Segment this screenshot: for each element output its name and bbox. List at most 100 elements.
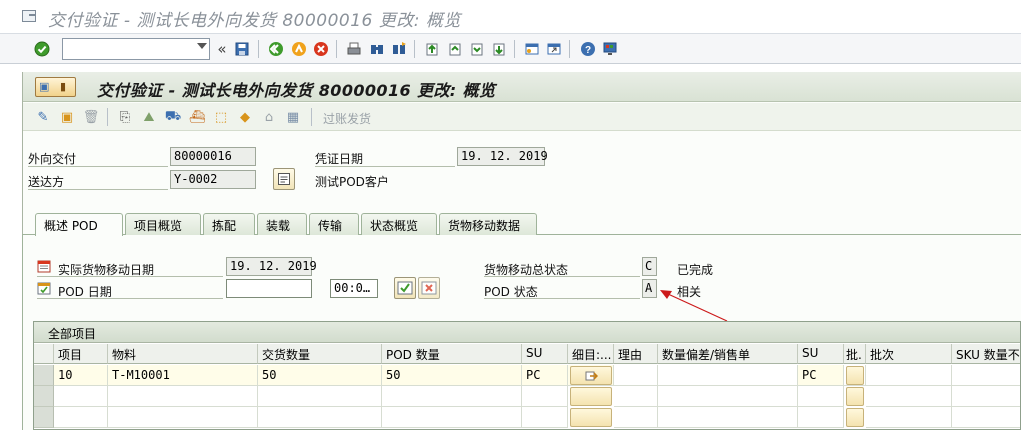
table-cell bbox=[614, 407, 658, 428]
packing-icon[interactable]: ⬚ bbox=[211, 108, 231, 126]
header-details-icon[interactable]: ⎘ bbox=[115, 108, 135, 126]
col-pod-qty[interactable]: POD 数量 bbox=[382, 344, 522, 364]
table-cell bbox=[798, 386, 844, 407]
first-page-icon[interactable] bbox=[422, 39, 442, 59]
warehouse-icon[interactable]: ⌂ bbox=[259, 108, 279, 126]
tab-overview-pod[interactable]: 概述 POD bbox=[35, 213, 123, 236]
table-cell: 10 bbox=[54, 365, 108, 386]
col-material[interactable]: 物料 bbox=[108, 344, 258, 364]
gm-status-field[interactable]: C bbox=[642, 257, 657, 276]
create-icon[interactable]: ▣ bbox=[57, 108, 77, 126]
batch-split-icon[interactable]: ◆ bbox=[235, 108, 255, 126]
page-title: 交付验证 - 测试长电外向发货 80000016 更改: 概览 bbox=[97, 81, 496, 100]
table-cell bbox=[952, 407, 1020, 428]
row-selector[interactable] bbox=[34, 365, 54, 386]
customize-layout-icon[interactable] bbox=[600, 39, 620, 59]
col-details[interactable]: 细目:... bbox=[568, 344, 614, 364]
shortcut-icon[interactable] bbox=[544, 39, 564, 59]
tab-picking[interactable]: 拣配 bbox=[203, 213, 255, 235]
batch-split-button[interactable] bbox=[846, 366, 864, 385]
application-header: ▣ ▮ 交付验证 - 测试长电外向发货 80000016 更改: 概览 bbox=[23, 72, 1021, 102]
batch-split-button[interactable] bbox=[846, 387, 864, 406]
tab-transport[interactable]: 传输 bbox=[309, 213, 359, 235]
table-cell[interactable] bbox=[614, 365, 658, 386]
details-icon bbox=[278, 173, 290, 185]
table-cell[interactable] bbox=[658, 365, 798, 386]
col-su[interactable]: SU bbox=[522, 344, 568, 364]
back-icon[interactable] bbox=[266, 39, 286, 59]
find-next-icon[interactable] bbox=[389, 39, 409, 59]
help-icon[interactable]: ? bbox=[578, 39, 598, 59]
pod-status-field[interactable]: A bbox=[642, 279, 657, 298]
item-details-button[interactable] bbox=[570, 408, 612, 427]
item-details-button[interactable] bbox=[570, 387, 612, 406]
items-grid: 全部项目 项目 物料 交货数量 POD 数量 SU 细目:... 理由 数量偏差… bbox=[33, 321, 1021, 430]
table-cell[interactable]: 50 bbox=[382, 365, 522, 386]
find-icon[interactable] bbox=[367, 39, 387, 59]
transport-icon[interactable]: ⛴ bbox=[187, 108, 207, 126]
pod-time-input[interactable]: 00:0… bbox=[330, 279, 378, 298]
table-cell bbox=[54, 386, 108, 407]
tab-item-overview[interactable]: 项目概览 bbox=[125, 213, 201, 235]
col-sku-qty-diff[interactable]: SKU 数量不同 bbox=[952, 344, 1020, 364]
delete-icon[interactable]: 🗑 bbox=[81, 108, 101, 126]
table-cell[interactable] bbox=[952, 365, 1020, 386]
picking-icon[interactable]: ⛰ bbox=[139, 108, 159, 126]
next-page-icon[interactable] bbox=[467, 39, 487, 59]
document-date-field[interactable]: 19. 12. 2019 bbox=[457, 147, 548, 166]
loading-icon[interactable]: ⛟ bbox=[163, 108, 183, 126]
col-batch[interactable]: 批次 bbox=[866, 344, 952, 364]
row-selector[interactable] bbox=[34, 386, 54, 407]
item-details-button[interactable] bbox=[570, 366, 612, 385]
display-change-icon[interactable]: ✎ bbox=[33, 108, 53, 126]
tab-status-overview[interactable]: 状态概览 bbox=[361, 213, 437, 235]
table-cell: PC bbox=[522, 365, 568, 386]
table-cell bbox=[866, 407, 952, 428]
serial-numbers-icon[interactable]: ▦ bbox=[283, 108, 303, 126]
confirm-pod-button[interactable] bbox=[394, 277, 416, 299]
gm-status-text: 已完成 bbox=[677, 263, 714, 277]
ship-to-field[interactable]: Y-0002 bbox=[170, 170, 256, 189]
post-goods-issue-button[interactable]: 过账发货 bbox=[323, 110, 371, 127]
ship-to-details-button[interactable] bbox=[273, 168, 295, 190]
print-icon[interactable] bbox=[344, 39, 364, 59]
table-cell[interactable] bbox=[866, 365, 952, 386]
col-item[interactable]: 项目 bbox=[54, 344, 108, 364]
reject-pod-button[interactable] bbox=[418, 277, 440, 299]
col-delivery-qty[interactable]: 交货数量 bbox=[258, 344, 382, 364]
col-reason[interactable]: 理由 bbox=[614, 344, 658, 364]
cancel-icon[interactable] bbox=[311, 39, 331, 59]
exit-window-icon[interactable] bbox=[22, 10, 36, 22]
tab-loading[interactable]: 装载 bbox=[257, 213, 307, 235]
pod-status-text: 相关 bbox=[677, 285, 702, 299]
tab-goods-movement-data[interactable]: 货物移动数据 bbox=[439, 213, 537, 235]
col-su-2[interactable]: SU bbox=[798, 344, 844, 364]
exit-icon[interactable] bbox=[289, 39, 309, 59]
row-selector[interactable] bbox=[34, 407, 54, 428]
pod-date-input[interactable] bbox=[226, 279, 312, 298]
command-field[interactable] bbox=[62, 38, 210, 60]
table-cell bbox=[258, 386, 382, 407]
document-flow-icon[interactable]: ▣ ▮ bbox=[35, 77, 76, 97]
prev-page-icon[interactable] bbox=[445, 39, 465, 59]
table-cell: T-M10001 bbox=[108, 365, 258, 386]
table-cell: 50 bbox=[258, 365, 382, 386]
new-session-icon[interactable] bbox=[522, 39, 542, 59]
save-icon[interactable] bbox=[232, 39, 252, 59]
actual-gm-date-field[interactable]: 19. 12. 2019 bbox=[226, 257, 317, 276]
last-page-icon[interactable] bbox=[489, 39, 509, 59]
col-batch-split[interactable]: 批. bbox=[844, 344, 866, 364]
grid-title: 全部项目 bbox=[34, 322, 1020, 343]
col-qty-diff-sales[interactable]: 数量偏差/销售单 bbox=[658, 344, 798, 364]
document-date-label: 凭证日期 bbox=[315, 152, 364, 166]
chevron-down-icon[interactable] bbox=[197, 43, 207, 49]
enter-icon[interactable] bbox=[32, 39, 52, 59]
table-cell: PC bbox=[798, 365, 844, 386]
table-cell bbox=[866, 386, 952, 407]
outbound-delivery-field[interactable]: 80000016 bbox=[170, 147, 256, 166]
collapse-arrows-icon[interactable]: « bbox=[212, 39, 232, 59]
batch-split-button[interactable] bbox=[846, 408, 864, 427]
table-cell bbox=[952, 386, 1020, 407]
outbound-delivery-label: 外向交付 bbox=[28, 152, 77, 166]
select-all-cell[interactable] bbox=[34, 344, 54, 364]
